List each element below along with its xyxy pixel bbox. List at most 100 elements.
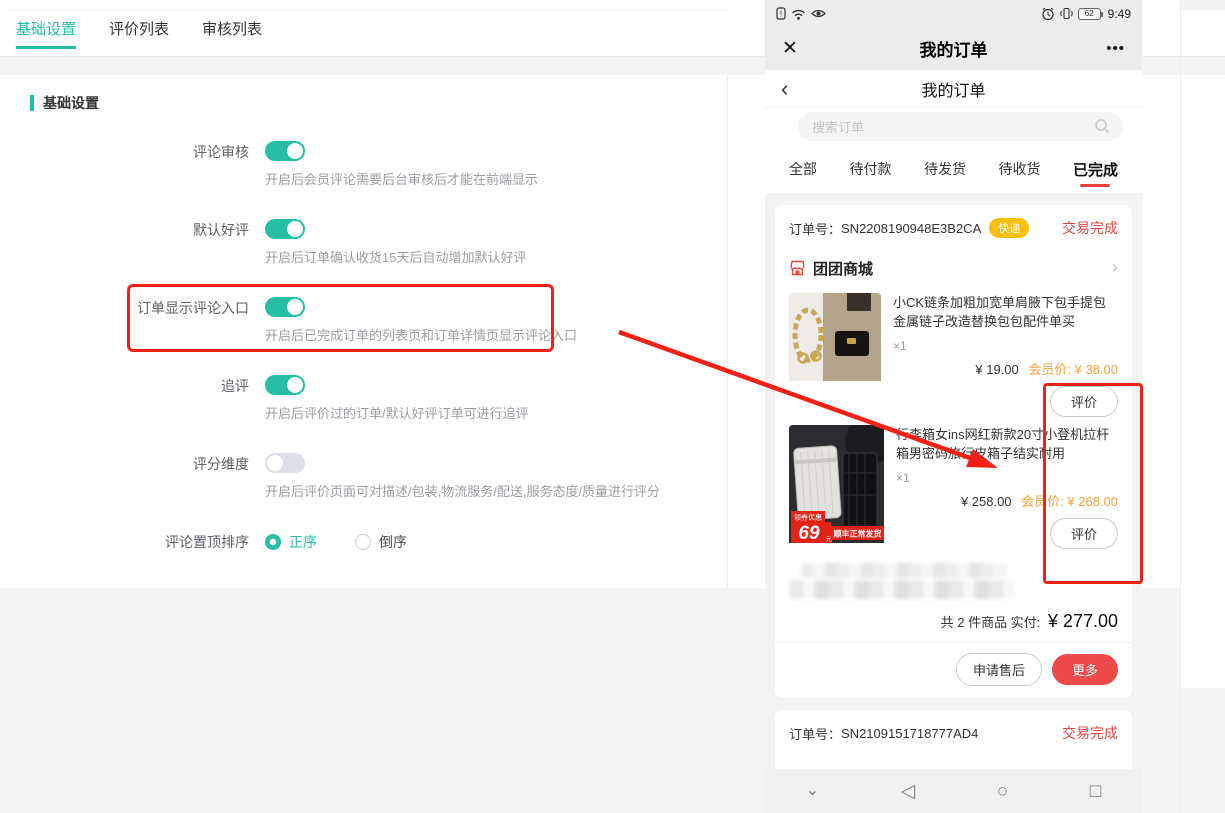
search-icon (1094, 118, 1111, 135)
store-row[interactable]: 团团商城 › (789, 251, 1118, 285)
admin-tabs: 基础设置 评价列表 审核列表 (16, 18, 262, 49)
section-accent-bar (30, 95, 34, 111)
after-sale-button[interactable]: 申请售后 (956, 653, 1042, 686)
app-header: ‹ 我的订单 (765, 70, 1142, 108)
setting-help: 开启后会员评论需要后台审核后才能在前端显示 (265, 171, 727, 189)
default-praise-toggle[interactable] (265, 219, 305, 239)
right-sliver-patch (1181, 588, 1225, 688)
comment-audit-toggle[interactable] (265, 141, 305, 161)
hide-navbar-icon[interactable]: ⌄ (806, 783, 819, 799)
wifi-icon (791, 8, 806, 20)
setting-help: 开启后评价页面可对描述/包装,物流服务/配送,服务态度/质量进行评分 (265, 483, 727, 501)
radio-option-descending[interactable]: 倒序 (355, 532, 407, 552)
more-button[interactable]: 更多 (1052, 654, 1118, 685)
radio-option-ascending[interactable]: 正序 (265, 532, 317, 552)
right-sliver-top (1181, 0, 1225, 10)
back-icon[interactable]: ‹ (781, 79, 788, 99)
svg-text:!: ! (780, 10, 782, 19)
total-amount: ¥ 277.00 (1048, 611, 1118, 631)
setting-label: 评论置顶排序 (13, 531, 265, 581)
sticker-number: 69 (798, 523, 820, 543)
setting-row-default-praise: 默认好评 开启后订单确认收货15天后自动增加默认好评 (13, 219, 727, 269)
sort-radio-group: 正序 倒序 (265, 531, 727, 553)
sticker-banner-text: 顺丰正常发货 (834, 529, 882, 539)
radio-label: 正序 (289, 532, 317, 552)
order-header: 订单号： SN2208190948E3B2CA 快递 交易完成 (789, 205, 1118, 251)
product-qty: ×1 (893, 339, 1118, 353)
wechat-page-title: 我的订单 (765, 36, 1142, 61)
redacted-line (801, 563, 1006, 578)
status-time: 9:49 (1108, 7, 1131, 21)
product-image-luggage: 领券优惠 69 元 顺丰正常发货 (789, 425, 884, 549)
tab-completed[interactable]: 已完成 (1073, 145, 1118, 193)
order-header: 订单号： SN2109151718777AD4 交易完成 (789, 710, 1118, 756)
order-total: 共 2 件商品 实付: ¥ 277.00 (789, 599, 1118, 642)
alarm-clock-icon (1041, 7, 1055, 21)
wechat-navbar: ✕ 我的订单 ••• (765, 27, 1142, 70)
tab-pending-payment[interactable]: 待付款 (849, 145, 891, 193)
eye-icon (811, 8, 826, 19)
screenshot-stage: 基础设置 评价列表 审核列表 基础设置 评论审核 开启后会员评论需要后台审核后才… (0, 0, 1225, 813)
tab-pending-receipt[interactable]: 待收货 (998, 145, 1040, 193)
setting-row-comment-audit: 评论审核 开启后会员评论需要后台审核后才能在前端显示 (13, 141, 727, 191)
tab-basic-settings[interactable]: 基础设置 (16, 18, 76, 49)
status-left-icons: ! (776, 7, 826, 20)
delivery-badge: 快递 (989, 218, 1029, 238)
follow-up-review-toggle[interactable] (265, 375, 305, 395)
battery-icon: 62 (1078, 8, 1101, 20)
order-status: 交易完成 (1062, 723, 1118, 743)
app-page-title: 我的订单 (765, 77, 1142, 101)
annotation-box-setting (127, 284, 554, 352)
product-title: 小CK链条加粗加宽单肩腋下包手提包金属链子改造替换包包配件单买 (893, 293, 1118, 331)
android-back-icon[interactable]: ◁ (901, 782, 916, 801)
product-price: ¥ 19.00 (975, 362, 1018, 377)
android-home-icon[interactable]: ○ (997, 782, 1008, 801)
store-name: 团团商城 (813, 258, 873, 279)
order-sn: SN2109151718777AD4 (841, 726, 978, 741)
search-placeholder: 搜索订单 (812, 117, 864, 136)
tab-audit-list[interactable]: 审核列表 (202, 18, 262, 49)
redacted-line (789, 580, 1014, 599)
setting-help: 开启后评价过的订单/默认好评订单可进行追评 (265, 405, 727, 423)
status-bar: ! 62 9:49 (765, 0, 1142, 27)
sticker-tag-text: 领券优惠 (794, 513, 822, 522)
radio-unselected-icon[interactable] (355, 534, 371, 550)
order-sn-label: 订单号： (789, 219, 841, 238)
setting-row-top-sort: 评论置顶排序 正序 倒序 (13, 531, 727, 581)
android-recents-icon[interactable]: □ (1090, 782, 1101, 801)
total-prefix: 共 2 件商品 实付: (941, 615, 1041, 630)
tab-pending-shipment[interactable]: 待发货 (924, 145, 966, 193)
radio-label: 倒序 (379, 532, 407, 552)
tab-review-list[interactable]: 评价列表 (109, 18, 169, 49)
setting-label: 评分维度 (13, 453, 265, 503)
order-sn-label: 订单号： (789, 724, 841, 743)
setting-row-follow-up-review: 追评 开启后评价过的订单/默认好评订单可进行追评 (13, 375, 727, 425)
tab-all[interactable]: 全部 (789, 145, 817, 193)
rating-dimension-toggle[interactable] (265, 453, 305, 473)
top-hairline (10, 10, 730, 11)
search-input[interactable]: 搜索订单 (798, 112, 1123, 141)
order-status: 交易完成 (1062, 218, 1118, 238)
radio-selected-icon[interactable] (265, 534, 281, 550)
annotation-box-evaluate-buttons (1043, 383, 1143, 584)
setting-label: 追评 (13, 375, 265, 425)
setting-label: 评论审核 (13, 141, 265, 191)
vibrate-icon (1060, 7, 1073, 20)
product-image-bag (789, 293, 881, 417)
more-menu-icon[interactable]: ••• (1106, 40, 1125, 57)
order-actions: 申请售后 更多 (775, 642, 1132, 698)
product-price: ¥ 258.00 (961, 494, 1012, 509)
store-icon (789, 260, 806, 276)
settings-form: 评论审核 开启后会员评论需要后台审核后才能在前端显示 默认好评 开启后订单确认收… (13, 141, 727, 581)
status-right-icons: 62 9:49 (1041, 7, 1131, 21)
setting-row-rating-dimension: 评分维度 开启后评价页面可对描述/包装,物流服务/配送,服务态度/质量进行评分 (13, 453, 727, 503)
order-sn: SN2208190948E3B2CA (841, 221, 981, 236)
search-section: 搜索订单 (765, 108, 1142, 145)
order-card: 订单号： SN2109151718777AD4 交易完成 (775, 710, 1132, 769)
sim-alert-icon: ! (776, 7, 786, 20)
section-header: 基础设置 (30, 91, 727, 115)
setting-label: 默认好评 (13, 219, 265, 269)
chevron-right-icon: › (1112, 257, 1118, 279)
setting-help: 开启后订单确认收货15天后自动增加默认好评 (265, 249, 727, 267)
member-price: 会员价: ¥ 38.00 (1028, 362, 1118, 377)
